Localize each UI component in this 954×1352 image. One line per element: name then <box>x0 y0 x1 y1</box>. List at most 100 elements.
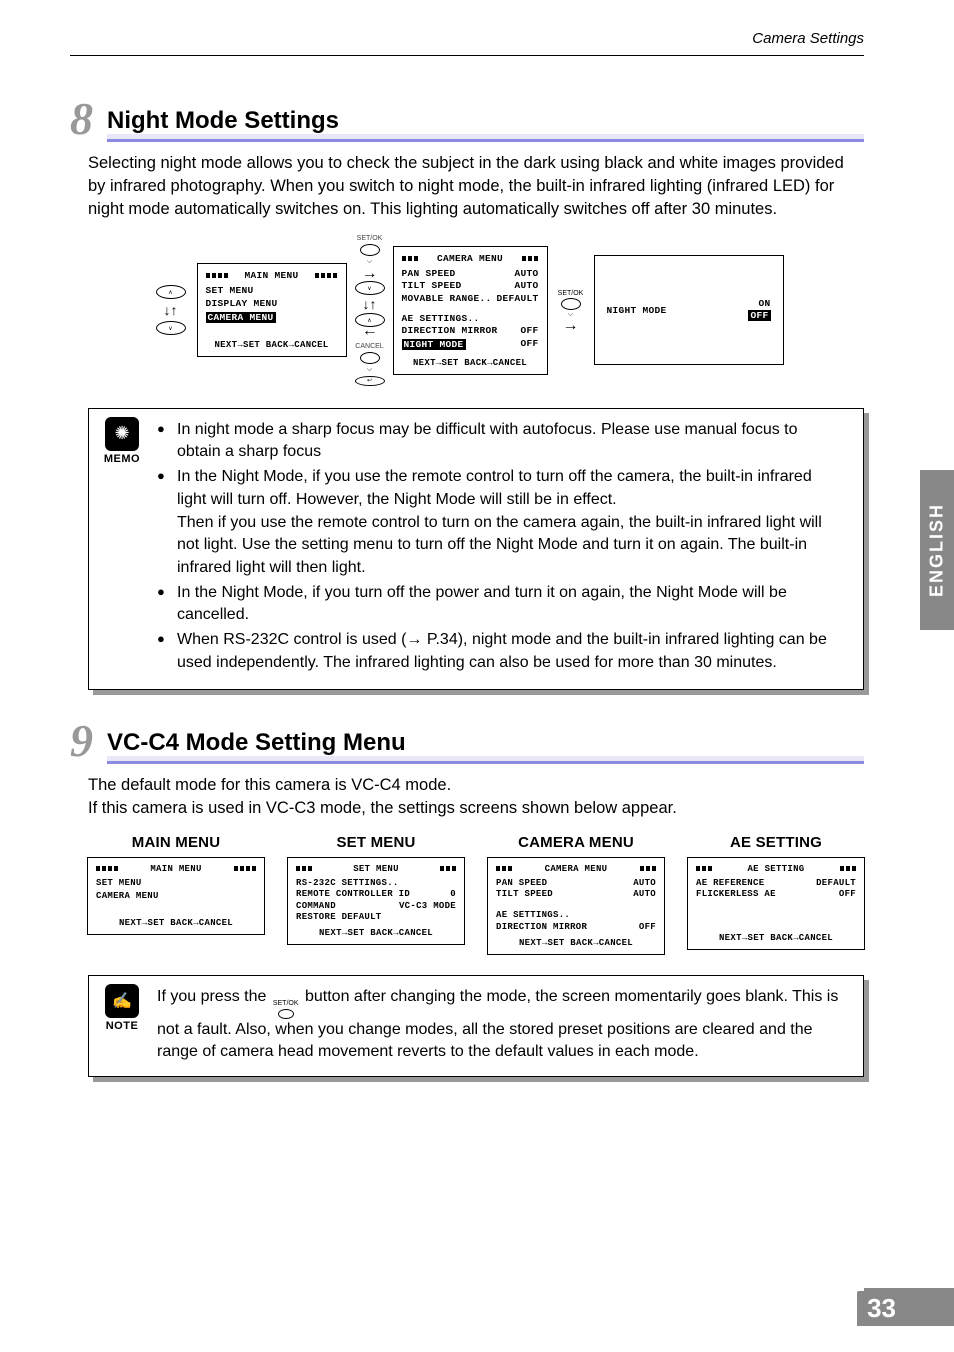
osd-line: PAN SPEEDAUTO <box>402 268 539 279</box>
osd-night-mode: NIGHT MODE ON OFF <box>594 255 784 365</box>
osd-main-menu: MAIN MENU SET MENU DISPLAY MENU CAMERA M… <box>197 263 347 357</box>
arrow-right-icon: → <box>563 320 579 331</box>
setok-label: SET/OK <box>558 290 584 297</box>
lightbulb-icon: ✺ <box>105 417 139 451</box>
menu-col-ae: AE SETTING AE SETTING AE REFERENCEDEFAUL… <box>687 834 865 955</box>
return-button-icon: ↩ <box>355 376 385 386</box>
dots-icon <box>96 866 118 871</box>
night-mode-off-selected: OFF <box>748 310 770 321</box>
osd-camera-menu-title: CAMERA MENU <box>437 253 503 264</box>
cancel-label: CANCEL <box>355 343 383 350</box>
section-8-body: Selecting night mode allows you to check… <box>88 152 864 221</box>
osd-line: TILT SPEEDAUTO <box>402 280 539 291</box>
memo-icon: ✺ MEMO <box>97 417 147 465</box>
osd-line: SET MENU <box>96 878 256 888</box>
osd-footer: NEXT→SET BACK→CANCEL <box>96 918 256 928</box>
osd-ae-menu-small: AE SETTING AE REFERENCEDEFAULT FLICKERLE… <box>687 857 865 950</box>
setok-inline-icon: SET/OK <box>273 999 299 1019</box>
osd-title-text: MAIN MENU <box>150 864 201 874</box>
osd-line: REMOTE CONTROLLER ID0 <box>296 889 456 899</box>
osd-footer: NEXT→SET BACK→CANCEL <box>206 340 338 350</box>
section-9-body-1: The default mode for this camera is VC-C… <box>88 774 864 797</box>
osd-line: RESTORE DEFAULT <box>296 912 456 922</box>
center-controls-icon: SET/OK ⌵ → ∨ ↓↑ ∧ → CANCEL ⌵ ↩ <box>353 235 387 385</box>
up-button-icon: ∧ <box>156 285 186 299</box>
memo-label: MEMO <box>97 453 147 465</box>
memo-bullet: In the Night Mode, if you turn off the p… <box>157 582 845 627</box>
dots-icon <box>315 273 337 278</box>
menu-col-camera: CAMERA MENU CAMERA MENU PAN SPEEDAUTO TI… <box>487 834 665 955</box>
menu-col-title-ae: AE SETTING <box>687 834 865 851</box>
osd-selected-line: NIGHT MODEOFF <box>402 338 539 352</box>
cancel-button-icon <box>360 352 380 364</box>
section-9-number: 9 <box>70 718 93 764</box>
memo-bullet-list: In night mode a sharp focus may be diffi… <box>157 419 845 675</box>
note-square-icon: ✍ <box>105 984 139 1018</box>
night-mode-on: ON <box>758 298 770 309</box>
osd-title-text: AE SETTING <box>747 864 804 874</box>
divider-top <box>70 55 864 56</box>
menu-col-set: SET MENU SET MENU RS-232C SETTINGS.. REM… <box>287 834 465 955</box>
osd-title-text: SET MENU <box>353 864 399 874</box>
memo-callout: ✺ MEMO In night mode a sharp focus may b… <box>88 408 864 690</box>
osd-camera-menu-small: CAMERA MENU PAN SPEEDAUTO TILT SPEEDAUTO… <box>487 857 665 955</box>
dots-icon <box>496 866 512 871</box>
dots-icon <box>522 256 538 261</box>
dots-icon <box>640 866 656 871</box>
setok-button-icon <box>360 244 380 256</box>
setok-button-icon <box>561 298 581 310</box>
osd-line: COMMANDVC-C3 MODE <box>296 901 456 911</box>
setok-right-icon: SET/OK ⌵ → <box>554 290 588 331</box>
osd-line: TILT SPEEDAUTO <box>496 889 656 899</box>
dots-icon <box>402 256 418 261</box>
osd-line: AE REFERENCEDEFAULT <box>696 878 856 888</box>
menu-col-title-main: MAIN MENU <box>87 834 265 851</box>
arrow-right-icon: → <box>362 268 378 279</box>
language-side-tab: ENGLISH <box>920 470 954 630</box>
osd-main-menu-title: MAIN MENU <box>244 270 298 281</box>
osd-line: RS-232C SETTINGS.. <box>296 878 456 888</box>
section-9-title: VC-C4 Mode Setting Menu <box>107 729 864 764</box>
nav-button-icon: ∨ <box>355 281 385 295</box>
down-chevron-icon: ⌵ <box>367 366 372 374</box>
osd-line: PAN SPEEDAUTO <box>496 878 656 888</box>
dots-icon <box>234 866 256 871</box>
note-callout: ✍ NOTE If you press the SET/OK button af… <box>88 975 864 1077</box>
osd-line: DIRECTION MIRROROFF <box>402 325 539 336</box>
memo-bullet: In night mode a sharp focus may be diffi… <box>157 419 845 464</box>
memo-bullet-continuation: Then if you use the remote control to tu… <box>177 512 845 580</box>
memo-bullet: When RS-232C control is used (→ P.34), n… <box>157 629 845 674</box>
dots-icon <box>440 866 456 871</box>
osd-camera-menu: CAMERA MENU PAN SPEEDAUTO TILT SPEEDAUTO… <box>393 246 548 375</box>
osd-line: AE SETTINGS.. <box>402 313 539 324</box>
menu-col-main: MAIN MENU MAIN MENU SET MENU CAMERA MENU… <box>87 834 265 955</box>
menu-col-title-set: SET MENU <box>287 834 465 851</box>
updown-arrows-icon: ↓↑ <box>164 303 178 317</box>
menu-col-title-camera: CAMERA MENU <box>487 834 665 851</box>
osd-footer: NEXT→SET BACK→CANCEL <box>402 358 539 368</box>
osd-selected-line: CAMERA MENU <box>206 312 276 323</box>
section-8-number: 8 <box>70 96 93 142</box>
dots-icon <box>296 866 312 871</box>
osd-line: DISPLAY MENU <box>206 298 338 309</box>
section-9-header: 9 VC-C4 Mode Setting Menu <box>70 718 864 764</box>
memo-bullet-text: In the Night Mode, if you use the remote… <box>177 468 812 508</box>
osd-footer: NEXT→SET BACK→CANCEL <box>296 928 456 938</box>
page-number: 33 <box>857 1291 906 1326</box>
osd-title-text: CAMERA MENU <box>545 864 608 874</box>
osd-main-menu-small: MAIN MENU SET MENU CAMERA MENU NEXT→SET … <box>87 857 265 936</box>
osd-footer: NEXT→SET BACK→CANCEL <box>496 938 656 948</box>
vc-c3-menu-columns: MAIN MENU MAIN MENU SET MENU CAMERA MENU… <box>88 834 864 955</box>
remote-updown-icon: ∧ ↓↑ ∨ <box>151 285 191 335</box>
setok-inline-circle-icon <box>278 1009 294 1019</box>
dots-icon <box>696 866 712 871</box>
setok-label: SET/OK <box>357 235 383 242</box>
osd-line: SET MENU <box>206 285 338 296</box>
dots-icon <box>840 866 856 871</box>
section-8-header: 8 Night Mode Settings <box>70 96 864 142</box>
osd-line: DIRECTION MIRROROFF <box>496 922 656 932</box>
osd-footer: NEXT→SET BACK→CANCEL <box>696 933 856 943</box>
setok-inline-label: SET/OK <box>273 999 299 1009</box>
arrow-left-icon: → <box>362 329 378 340</box>
note-icon: ✍ NOTE <box>97 984 147 1032</box>
